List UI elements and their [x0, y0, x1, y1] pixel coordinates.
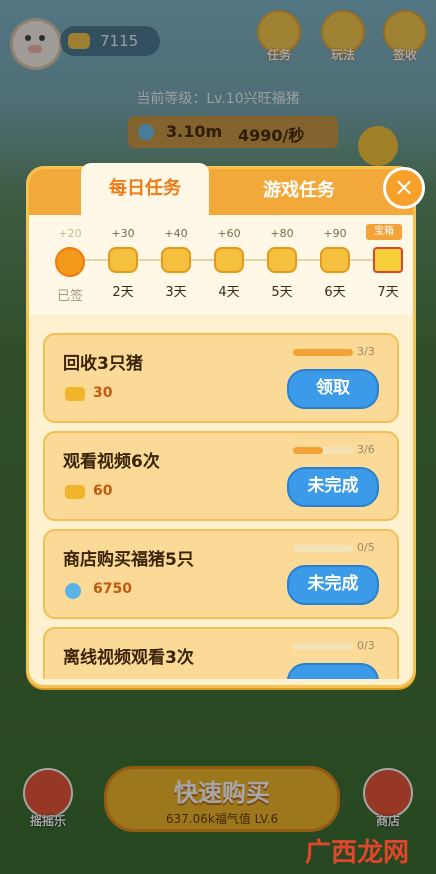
task-progress-bar: [293, 643, 353, 650]
checkin-day-label: 5天: [271, 285, 293, 300]
checkin-day-label: 4天: [218, 285, 240, 300]
task-action-button[interactable]: [287, 663, 379, 679]
checkin-day-label: 3天: [165, 285, 187, 300]
checkin-day-label: 6天: [324, 285, 346, 300]
checkin-day[interactable]: +60 4天: [202, 227, 256, 300]
checkin-day[interactable]: +90 6天: [308, 227, 362, 300]
gem-icon: [65, 583, 81, 599]
task-progress-text: 0/5: [357, 541, 375, 554]
checkin-reward: +90: [323, 227, 347, 240]
task-action-button[interactable]: 领取: [287, 369, 379, 409]
checkin-day-label: 2天: [112, 285, 134, 300]
task-action-button[interactable]: 未完成: [287, 565, 379, 605]
checkin-day-label: 已签: [56, 289, 83, 304]
tab-daily-tasks[interactable]: 每日任务: [81, 163, 209, 215]
gift-box-icon: [373, 247, 403, 273]
close-icon[interactable]: ×: [383, 167, 425, 209]
task-card: 观看视频6次 60 3/6 未完成: [43, 431, 399, 521]
checkin-reward: +40: [164, 227, 188, 240]
gold-ingot-icon: [214, 247, 244, 273]
gold-ingot-icon: [108, 247, 138, 273]
checkin-day[interactable]: +40 3天: [149, 227, 203, 300]
checkin-day[interactable]: 7天: [361, 227, 415, 300]
task-reward: 60: [93, 483, 113, 499]
checkin-reward: [361, 227, 415, 241]
task-card: 回收3只猪 30 3/3 领取: [43, 333, 399, 423]
gold-ingot-icon: [267, 247, 297, 273]
task-progress-text: 3/3: [357, 345, 375, 358]
checkin-reward: +60: [217, 227, 241, 240]
tab-game-tasks[interactable]: 游戏任务: [229, 169, 369, 215]
task-reward: 6750: [93, 581, 132, 597]
checkin-reward: +30: [111, 227, 135, 240]
task-progress-bar: [293, 545, 353, 552]
checkin-reward: +20: [58, 227, 82, 240]
task-title: 商店购买福猪5只: [63, 550, 194, 570]
coin-icon: [65, 485, 85, 499]
checkin-day[interactable]: +80 5天: [255, 227, 309, 300]
task-title: 观看视频6次: [63, 452, 160, 472]
task-progress-fill: [293, 349, 353, 356]
coin-icon: [65, 387, 85, 401]
task-progress-text: 0/3: [357, 639, 375, 652]
checkin-reward: +80: [270, 227, 294, 240]
task-reward: 30: [93, 385, 113, 401]
task-dialog: 每日任务 游戏任务 × 宝箱 +20 已签 +30 2天 +40 3天 +60 4天 +80 5天…: [26, 163, 425, 688]
task-title: 回收3只猪: [63, 354, 143, 374]
play-icon: [55, 247, 85, 277]
checkin-day[interactable]: +30 2天: [96, 227, 150, 300]
task-progress-bar: [293, 447, 353, 454]
task-card: 离线视频观看3次 0/3: [43, 627, 399, 679]
task-list[interactable]: 回收3只猪 30 3/3 领取 观看视频6次 60 3/6 未完成 商店购买福猪5只 6750 0/…: [29, 315, 413, 679]
task-title: 离线视频观看3次: [63, 648, 194, 668]
task-action-button[interactable]: 未完成: [287, 467, 379, 507]
task-card: 商店购买福猪5只 6750 0/5 未完成: [43, 529, 399, 619]
gold-ingot-icon: [320, 247, 350, 273]
task-progress-text: 3/6: [357, 443, 375, 456]
checkin-day-label: 7天: [377, 285, 399, 300]
watermark: 广西龙网: [305, 838, 410, 868]
task-progress-bar: [293, 349, 353, 356]
gold-ingot-icon: [161, 247, 191, 273]
task-progress-fill: [293, 447, 323, 454]
checkin-day[interactable]: +20 已签: [43, 227, 97, 304]
